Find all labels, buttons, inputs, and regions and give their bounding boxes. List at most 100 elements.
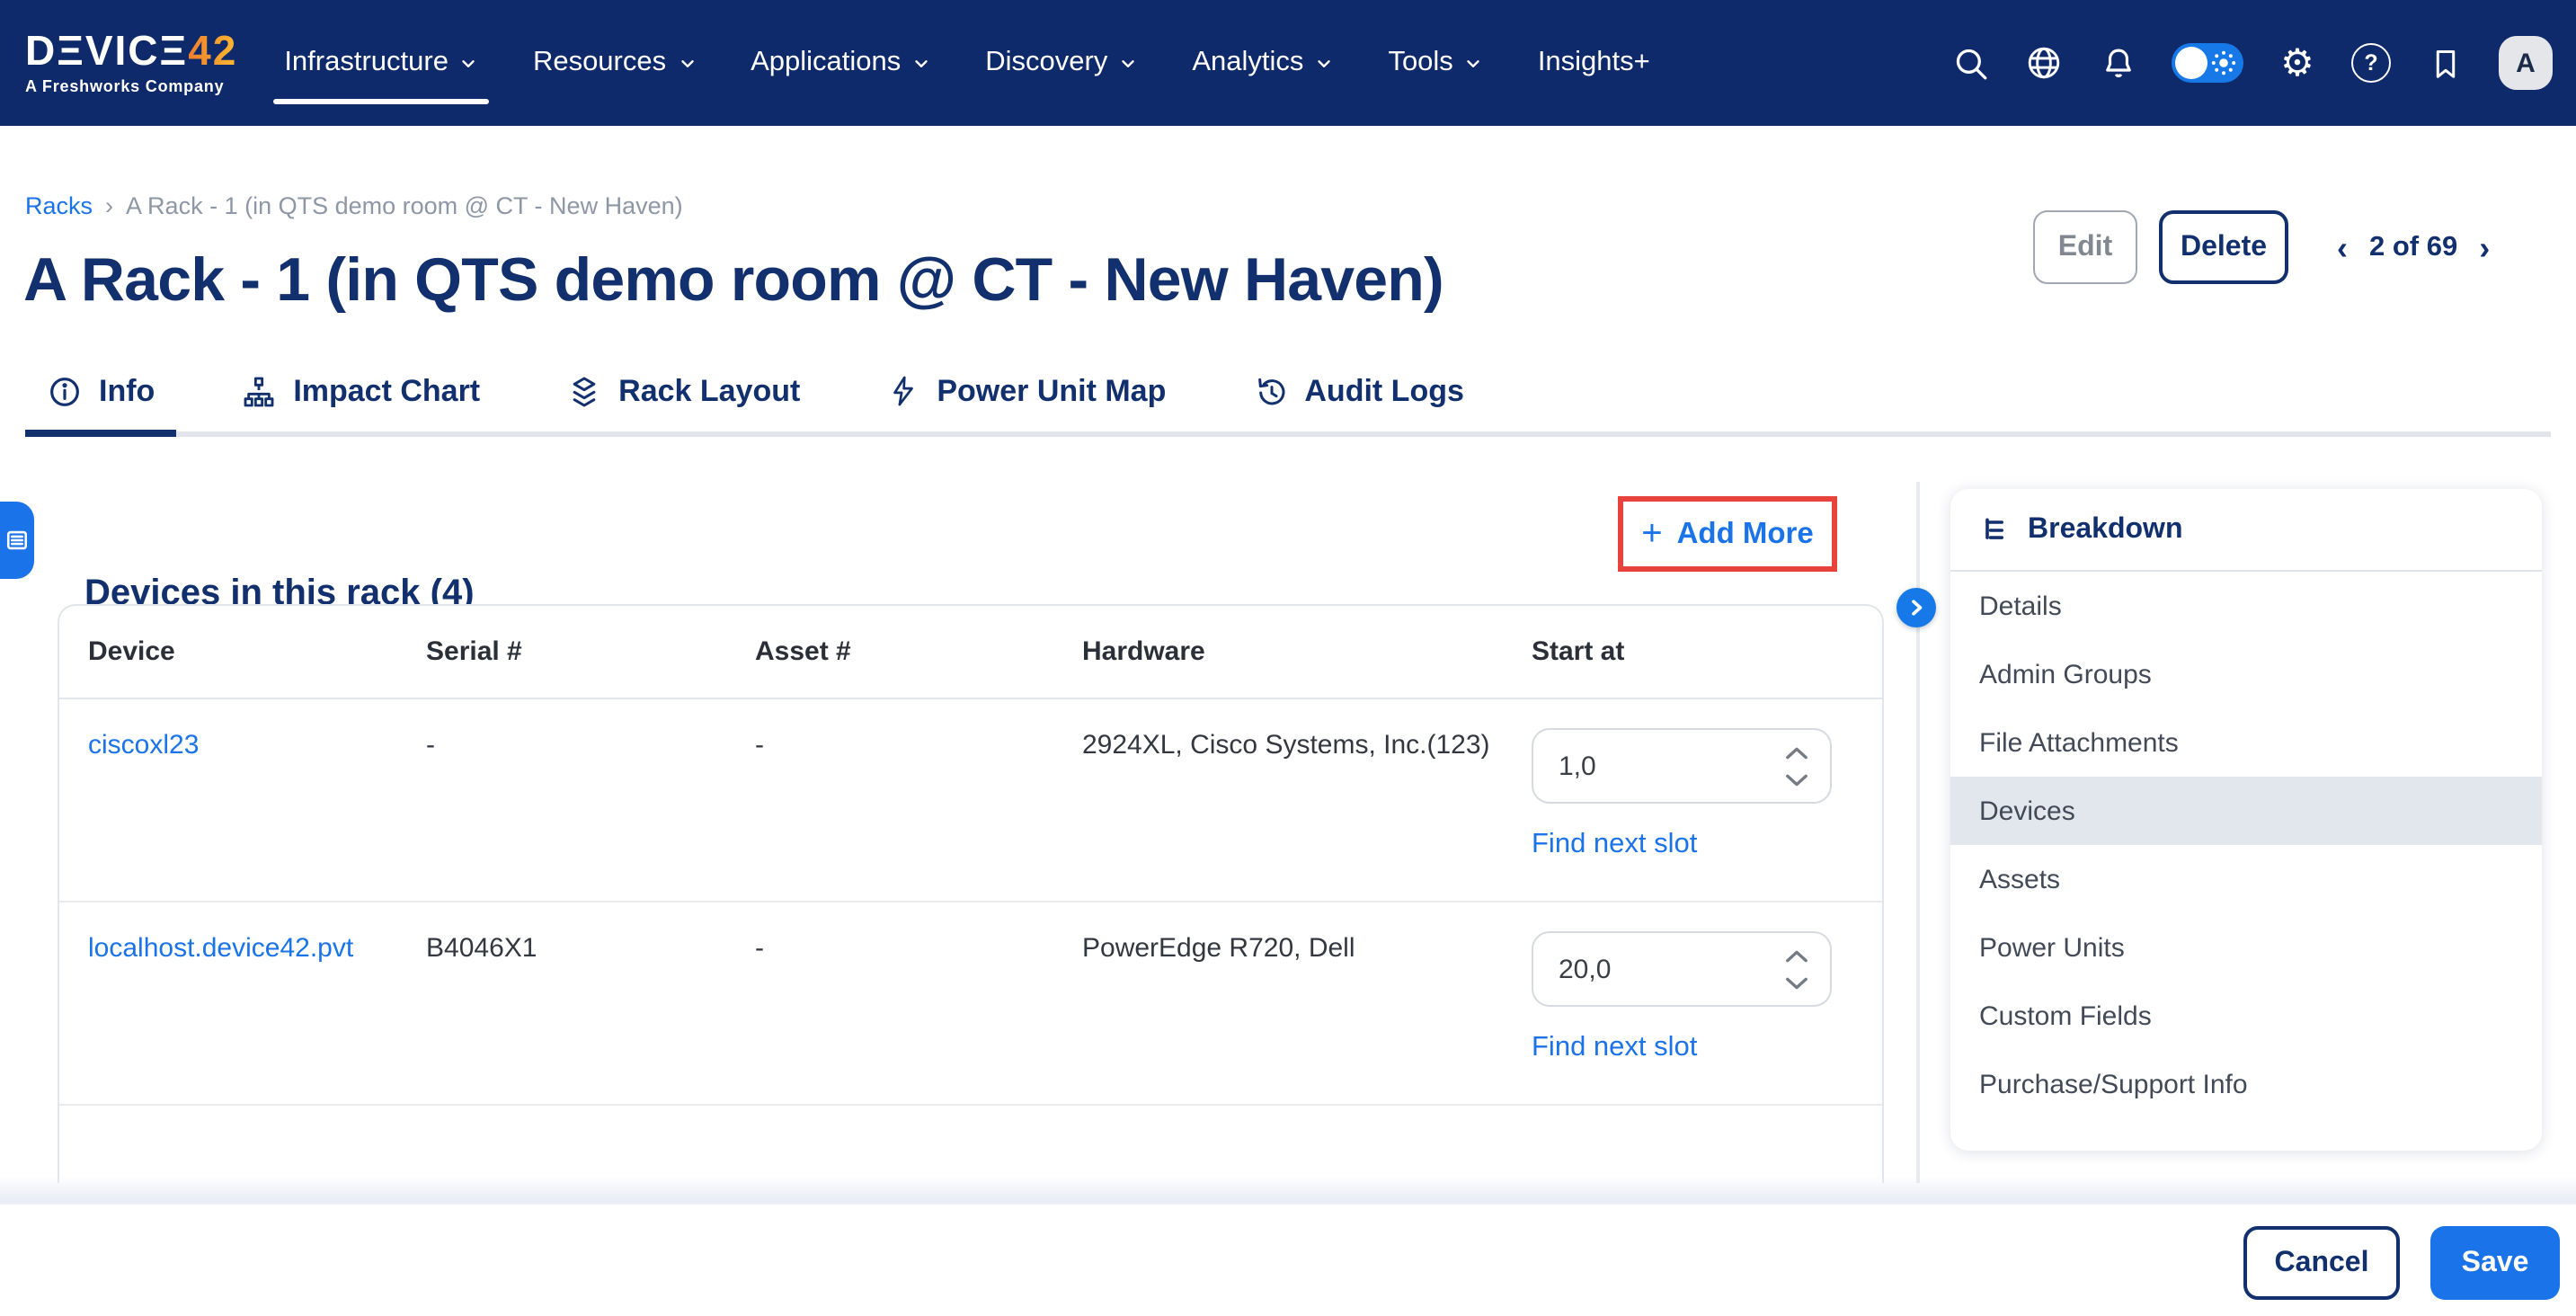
devices-table-card: Device Serial # Asset # Hardware Start a…	[58, 604, 1884, 1183]
find-next-slot-link[interactable]: Find next slot	[1532, 1032, 1697, 1064]
gear-glyph: ⚙	[2280, 44, 2314, 82]
start-at-spinner[interactable]: 1,0	[1532, 728, 1832, 804]
theme-toggle[interactable]	[2172, 43, 2243, 83]
breakdown-item-purchase-support[interactable]: Purchase/Support Info	[1950, 1050, 2542, 1118]
breadcrumb-separator: ›	[105, 192, 113, 219]
chevron-down-icon	[1118, 53, 1138, 73]
top-navbar: DΞVICΞ42 A Freshworks Company Infrastruc…	[0, 0, 2576, 126]
tab-power-unit-map[interactable]: Power Unit Map	[865, 351, 1187, 431]
breakdown-panel: Breakdown Details Admin Groups File Atta…	[1950, 489, 2542, 1151]
sun-icon	[2209, 49, 2238, 77]
breadcrumb-racks-link[interactable]: Racks	[25, 192, 93, 219]
menu-discovery[interactable]: Discovery	[985, 0, 1138, 126]
footer-actions: Cancel Save	[2243, 1226, 2560, 1300]
start-at-spinner[interactable]: 20,0	[1532, 931, 1832, 1007]
breakdown-item-details[interactable]: Details	[1950, 572, 2542, 640]
notifications-bell-icon[interactable]	[2098, 43, 2137, 83]
tab-impact-chart[interactable]: Impact Chart	[219, 351, 502, 431]
device42-logo[interactable]: DΞVICΞ42 A Freshworks Company	[25, 31, 237, 95]
menu-insights[interactable]: Insights+	[1538, 0, 1650, 126]
tab-label: Power Unit Map	[937, 373, 1166, 409]
spinner-value: 1,0	[1559, 751, 1785, 781]
hardware-cell: 2924XL, Cisco Systems, Inc.(123)	[1082, 730, 1532, 760]
breadcrumb: Racks › A Rack - 1 (in QTS demo room @ C…	[25, 192, 683, 219]
pager-position: 2 of 69	[2369, 231, 2457, 263]
add-more-button[interactable]: + Add More	[1641, 516, 1814, 552]
logo-text: DΞVICΞ	[25, 27, 188, 74]
asset-cell: -	[755, 933, 1082, 964]
search-icon[interactable]	[1950, 43, 1990, 83]
chevron-down-icon	[911, 53, 931, 73]
app-window: DΞVICΞ42 A Freshworks Company Infrastruc…	[0, 0, 2576, 1314]
history-icon	[1252, 373, 1288, 409]
user-avatar[interactable]: A	[2499, 36, 2553, 90]
list-panel-icon	[5, 529, 29, 552]
device-link[interactable]: localhost.device42.pvt	[88, 933, 353, 964]
tab-label: Info	[99, 373, 155, 409]
spinner-down-icon[interactable]	[1785, 772, 1808, 787]
navbar-actions: ⚙ ? A	[1950, 36, 2553, 90]
logo-wordmark: DΞVICΞ42	[25, 31, 237, 72]
menu-tools[interactable]: Tools	[1388, 0, 1483, 126]
breakdown-item-admin-groups[interactable]: Admin Groups	[1950, 640, 2542, 708]
question-mark: ?	[2351, 43, 2391, 83]
pager-prev-icon[interactable]: ‹	[2335, 231, 2349, 263]
table-row: ciscoxl23 - - 2924XL, Cisco Systems, Inc…	[59, 699, 1882, 903]
layers-icon	[566, 373, 602, 409]
menu-applications[interactable]: Applications	[751, 0, 931, 126]
page-actions: Edit Delete ‹ 2 of 69 ›	[2033, 210, 2492, 284]
col-header-asset: Asset #	[755, 636, 1082, 667]
menu-resources[interactable]: Resources	[533, 0, 697, 126]
globe-icon[interactable]	[2024, 43, 2064, 83]
edit-button[interactable]: Edit	[2033, 210, 2137, 284]
sidebar-collapse-button[interactable]	[1896, 588, 1936, 627]
serial-cell: -	[426, 730, 755, 760]
spinner-arrows	[1785, 948, 1808, 990]
help-icon[interactable]: ?	[2351, 43, 2391, 83]
cancel-button[interactable]: Cancel	[2243, 1226, 2400, 1300]
menu-label: Resources	[533, 47, 666, 79]
device-link[interactable]: ciscoxl23	[88, 730, 199, 760]
save-button[interactable]: Save	[2430, 1226, 2560, 1300]
asset-cell: -	[755, 730, 1082, 760]
info-circle-icon	[47, 373, 83, 409]
spinner-up-icon[interactable]	[1785, 745, 1808, 760]
breakdown-header: Breakdown	[1950, 489, 2542, 572]
spinner-value: 20,0	[1559, 954, 1785, 984]
breakdown-item-devices[interactable]: Devices	[1950, 777, 2542, 845]
chevron-down-icon	[1314, 53, 1334, 73]
breakdown-item-file-attachments[interactable]: File Attachments	[1950, 708, 2542, 777]
menu-infrastructure[interactable]: Infrastructure	[284, 0, 479, 126]
delete-button[interactable]: Delete	[2159, 210, 2288, 284]
breakdown-item-assets[interactable]: Assets	[1950, 845, 2542, 913]
tab-audit-logs[interactable]: Audit Logs	[1230, 351, 1486, 431]
side-dock-toggle[interactable]	[0, 502, 34, 579]
gear-icon[interactable]: ⚙	[2278, 43, 2317, 83]
tab-label: Audit Logs	[1304, 373, 1464, 409]
plus-icon: +	[1641, 516, 1662, 552]
table-header-row: Device Serial # Asset # Hardware Start a…	[59, 606, 1882, 699]
serial-cell: B4046X1	[426, 933, 755, 964]
pager-next-icon[interactable]: ›	[2477, 231, 2492, 263]
menu-label: Infrastructure	[284, 47, 449, 79]
table-row: localhost.device42.pvt B4046X1 - PowerEd…	[59, 903, 1882, 1106]
breakdown-title: Breakdown	[2028, 513, 2183, 546]
tab-info[interactable]: Info	[25, 351, 176, 431]
hardware-cell: PowerEdge R720, Dell	[1082, 933, 1532, 964]
spinner-up-icon[interactable]	[1785, 948, 1808, 963]
find-next-slot-link[interactable]: Find next slot	[1532, 829, 1697, 861]
tab-rack-layout[interactable]: Rack Layout	[545, 351, 822, 431]
col-header-device: Device	[88, 636, 426, 667]
start-at-cell: 20,0 Find next slot	[1532, 931, 1853, 1064]
menu-label: Tools	[1388, 47, 1452, 79]
bookmark-icon[interactable]	[2425, 43, 2465, 83]
menu-label: Insights+	[1538, 47, 1650, 79]
spinner-down-icon[interactable]	[1785, 975, 1808, 990]
add-more-annotation-box: + Add More	[1618, 496, 1837, 572]
breakdown-item-power-units[interactable]: Power Units	[1950, 913, 2542, 982]
menu-analytics[interactable]: Analytics	[1192, 0, 1334, 126]
footer-shadow	[0, 1176, 2576, 1203]
breakdown-item-custom-fields[interactable]: Custom Fields	[1950, 982, 2542, 1050]
col-header-serial: Serial #	[426, 636, 755, 667]
main-menu: Infrastructure Resources Applications Di…	[284, 0, 1649, 126]
